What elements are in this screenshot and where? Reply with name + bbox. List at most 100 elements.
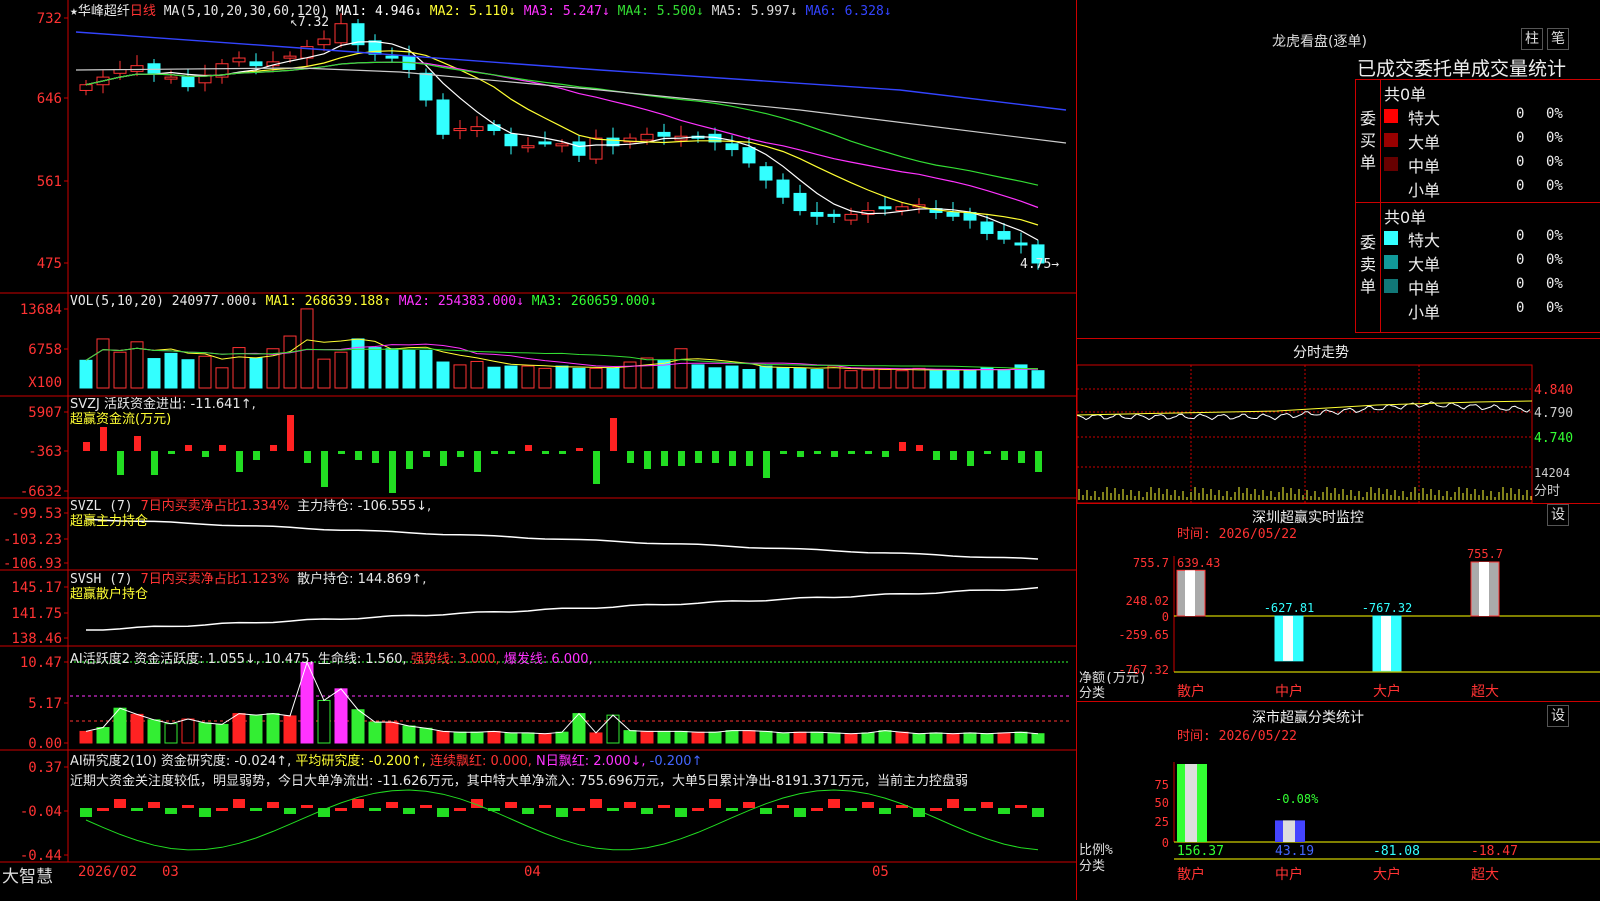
candle-body [79,84,93,91]
candle-body [470,126,484,131]
class-bar-highlight [1283,820,1295,842]
class-value-label: 43.19 [1275,844,1314,859]
color-swatch [1384,231,1398,245]
fund-flow-bar [236,451,243,472]
volume-bar [538,367,552,389]
candle-body [385,55,399,59]
class-top-label: -0.08% [1275,792,1319,806]
fund-flow-bar [1035,451,1042,472]
candle-body [249,61,263,67]
color-swatch [1384,133,1398,147]
research-bar [420,805,432,808]
volume-bar [776,367,790,389]
fund-flow-bar [168,451,175,454]
research-bar [216,808,228,811]
research-bar [284,808,296,814]
ma6-value: MA6: 6.328↓ [797,4,892,19]
activity-bar [657,730,671,744]
order-count: 0 [1516,228,1525,244]
order-count: 0 [1516,300,1525,316]
volume-bar [470,360,484,389]
activity-bar [725,730,739,744]
sz-axis-label: 净额(万元) [1079,671,1147,686]
ma3-value: MA3: 5.247↓ [515,4,610,19]
sz-y-tick: -259.65 [1118,628,1169,642]
sz-category-label: 大户 [1373,683,1401,700]
activity-bar [708,731,722,744]
fund-flow-bar [831,451,838,457]
order-pct: 0% [1546,228,1563,244]
fund-flow-bar [933,451,940,460]
order-size-label: 特大 [1408,109,1441,128]
ai-res-avg: 平均研究度: -0.200↑, [295,754,426,769]
sell-row: 特大 0 0% [1384,226,1600,250]
fund-flow-bar [763,451,770,478]
color-swatch [1384,157,1398,171]
research-bar [709,799,721,808]
activity-bar [470,731,484,744]
activity-bar [351,709,365,744]
activity-bar [674,730,688,744]
candle-body [334,23,348,44]
buy-total: 共0单 [1384,85,1427,104]
svzj-sub: 超赢资金流(万元) [70,412,172,427]
ai-act-life: 生命线: 1.560, [317,652,407,667]
order-size-label: 小单 [1408,181,1441,200]
research-bar [794,808,806,817]
order-pct: 0% [1546,300,1563,316]
fund-flow-bar [678,451,685,466]
volume-bar [555,365,569,389]
bar-mode-button[interactable]: 柱 [1521,28,1543,50]
order-size-label: 特大 [1408,231,1441,250]
date-axis-mar: 03 [162,864,179,880]
price-tick-label: 732 [37,11,62,27]
research-bar [930,808,942,811]
sz-class-section: 深市超赢分类统计 设 时间: 2026/05/22 75 50 25 0 比例% 分类 156… [1077,701,1600,901]
period-label[interactable]: 日线 [130,4,156,19]
activity-bar [283,715,297,744]
research-bar [692,808,704,811]
fund-flow-bar [457,451,464,457]
svzj-tick-label: 5907 [28,405,62,421]
ai-research-header: AI研究度2(10) 资金研究度: -0.024↑, 平均研究度: -0.200… [70,752,1070,792]
ma-line [85,50,1039,226]
volume-bar [606,367,620,389]
research-bar [148,802,160,808]
candle-body [147,63,161,74]
vol-tick-label: 6758 [28,342,62,358]
sell-total: 共0单 [1384,208,1427,227]
volume-bar [113,351,127,389]
research-bar [182,805,194,808]
volume-bar [147,358,161,389]
sell-group-label: 委卖单 [1360,233,1377,296]
ai-res-name: AI研究度2(10) [70,754,157,769]
fund-flow-bar [1001,451,1008,460]
research-bar [454,808,466,811]
research-bar [505,802,517,808]
candle-body [793,192,807,212]
ai-res-tick-label: 0.37 [28,760,62,776]
activity-bar [402,725,416,744]
activity-bar [895,731,909,744]
intraday-chart[interactable]: 4.840 4.790 4.740 14204 分时 [1077,359,1600,504]
research-bar [573,808,585,811]
research-bar [114,799,126,808]
research-bar [97,808,109,811]
activity-bar [997,732,1011,744]
volume-bar [436,361,450,389]
intraday-section: 分时走势 4.840 4.790 4.740 14204 分时 [1077,338,1600,504]
tick-mode-button[interactable]: 笔 [1547,28,1569,50]
order-size-label: 大单 [1408,133,1441,152]
fund-flow-bar [916,445,923,451]
vol-ma2: MA2: 254383.000↓ [398,294,524,309]
volume-bar [402,349,416,389]
volume-bar [827,365,841,389]
volume-bar [895,370,909,389]
price-tick-label: 561 [37,174,62,190]
stock-name: 华峰超纤 [77,4,130,19]
volume-bar [997,369,1011,389]
activity-bar [963,732,977,744]
favorite-star-icon[interactable]: ★ [70,4,78,19]
candle-body [589,137,603,160]
volume-bar [929,370,943,389]
